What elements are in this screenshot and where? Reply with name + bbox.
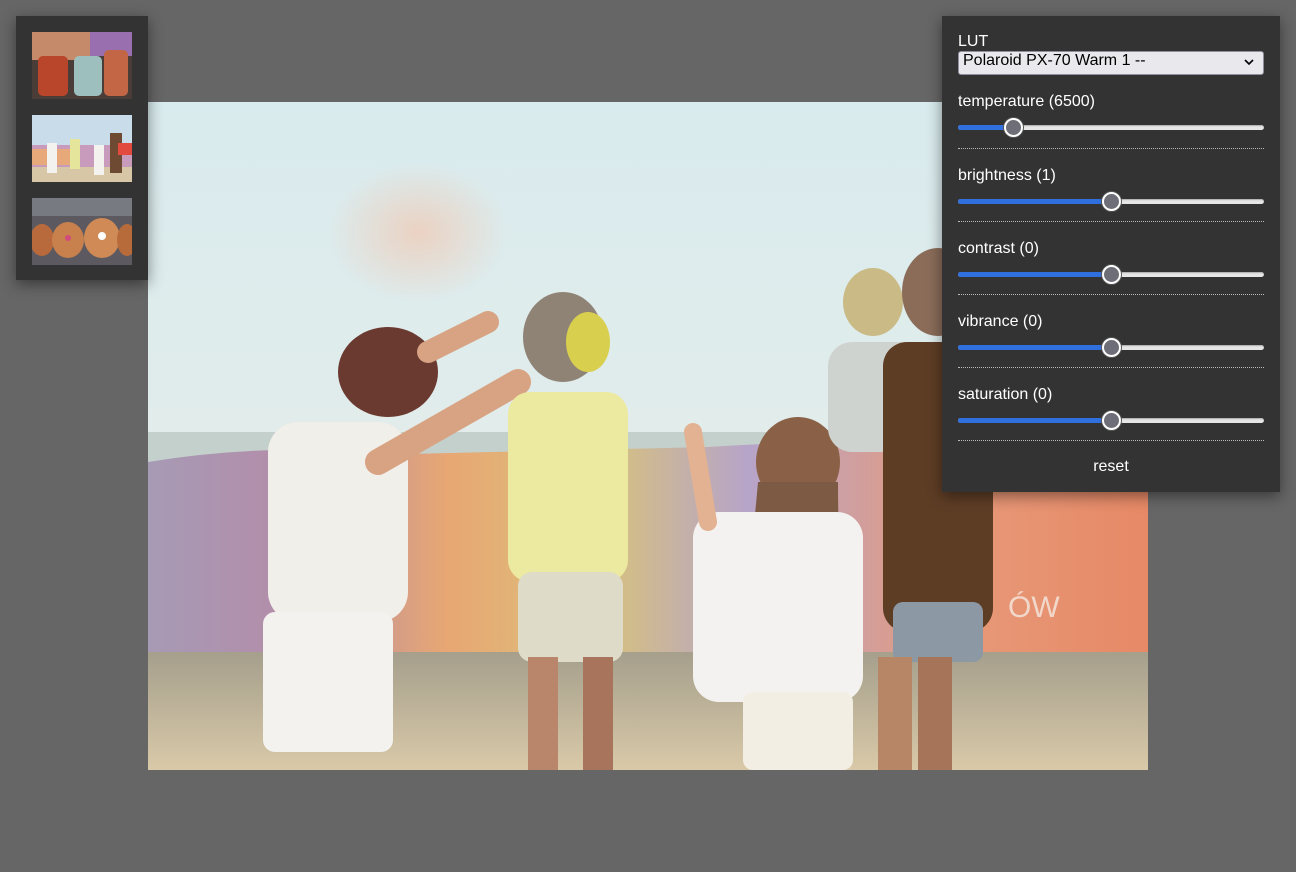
slider-group-vibrance: vibrance (0) bbox=[958, 295, 1264, 368]
brightness-slider-thumb[interactable] bbox=[1102, 192, 1121, 211]
thumbnail-panel bbox=[16, 16, 148, 280]
thumbnail-holi[interactable] bbox=[32, 115, 132, 182]
lut-select[interactable]: Polaroid PX-70 Warm 1 -- bbox=[958, 51, 1264, 75]
lut-label: LUT bbox=[958, 33, 989, 50]
pumpkins-thumbnail-image bbox=[32, 198, 132, 265]
slider-list: temperature (6500) brightness (1) contrast… bbox=[958, 75, 1264, 441]
vibrance-slider-fill bbox=[958, 345, 1111, 350]
slider-group-contrast: contrast (0) bbox=[958, 222, 1264, 295]
thumbnail-pumpkins[interactable] bbox=[32, 198, 132, 265]
saturation-slider[interactable] bbox=[958, 411, 1264, 430]
brightness-slider[interactable] bbox=[958, 192, 1264, 211]
contrast-slider[interactable] bbox=[958, 265, 1264, 284]
svg-text:ÓW: ÓW bbox=[1008, 591, 1060, 624]
vibrance-slider-thumb[interactable] bbox=[1102, 338, 1121, 357]
temperature-slider[interactable] bbox=[958, 118, 1264, 137]
bags-thumbnail-image bbox=[32, 32, 132, 99]
contrast-label: contrast (0) bbox=[958, 240, 1039, 257]
lut-selected-value: Polaroid PX-70 Warm 1 -- bbox=[963, 52, 1146, 69]
contrast-slider-fill bbox=[958, 272, 1111, 277]
vibrance-slider[interactable] bbox=[958, 338, 1264, 357]
saturation-slider-fill bbox=[958, 418, 1111, 423]
thumbnail-bags[interactable] bbox=[32, 32, 132, 99]
slider-group-temperature: temperature (6500) bbox=[958, 75, 1264, 149]
holi-thumbnail-image bbox=[32, 115, 132, 182]
temperature-slider-thumb[interactable] bbox=[1004, 118, 1024, 137]
brightness-slider-fill bbox=[958, 199, 1111, 204]
slider-group-saturation: saturation (0) bbox=[958, 368, 1264, 441]
saturation-slider-thumb[interactable] bbox=[1102, 411, 1121, 430]
brightness-label: brightness (1) bbox=[958, 167, 1056, 184]
saturation-label: saturation (0) bbox=[958, 386, 1053, 403]
lut-select-wrapper: Polaroid PX-70 Warm 1 -- bbox=[958, 51, 1264, 75]
slider-group-brightness: brightness (1) bbox=[958, 149, 1264, 222]
vibrance-label: vibrance (0) bbox=[958, 313, 1043, 330]
reset-button[interactable]: reset bbox=[958, 458, 1264, 476]
temperature-label: temperature (6500) bbox=[958, 93, 1095, 110]
adjustments-panel: LUT Polaroid PX-70 Warm 1 -- temperature… bbox=[942, 16, 1280, 492]
contrast-slider-thumb[interactable] bbox=[1102, 265, 1121, 284]
